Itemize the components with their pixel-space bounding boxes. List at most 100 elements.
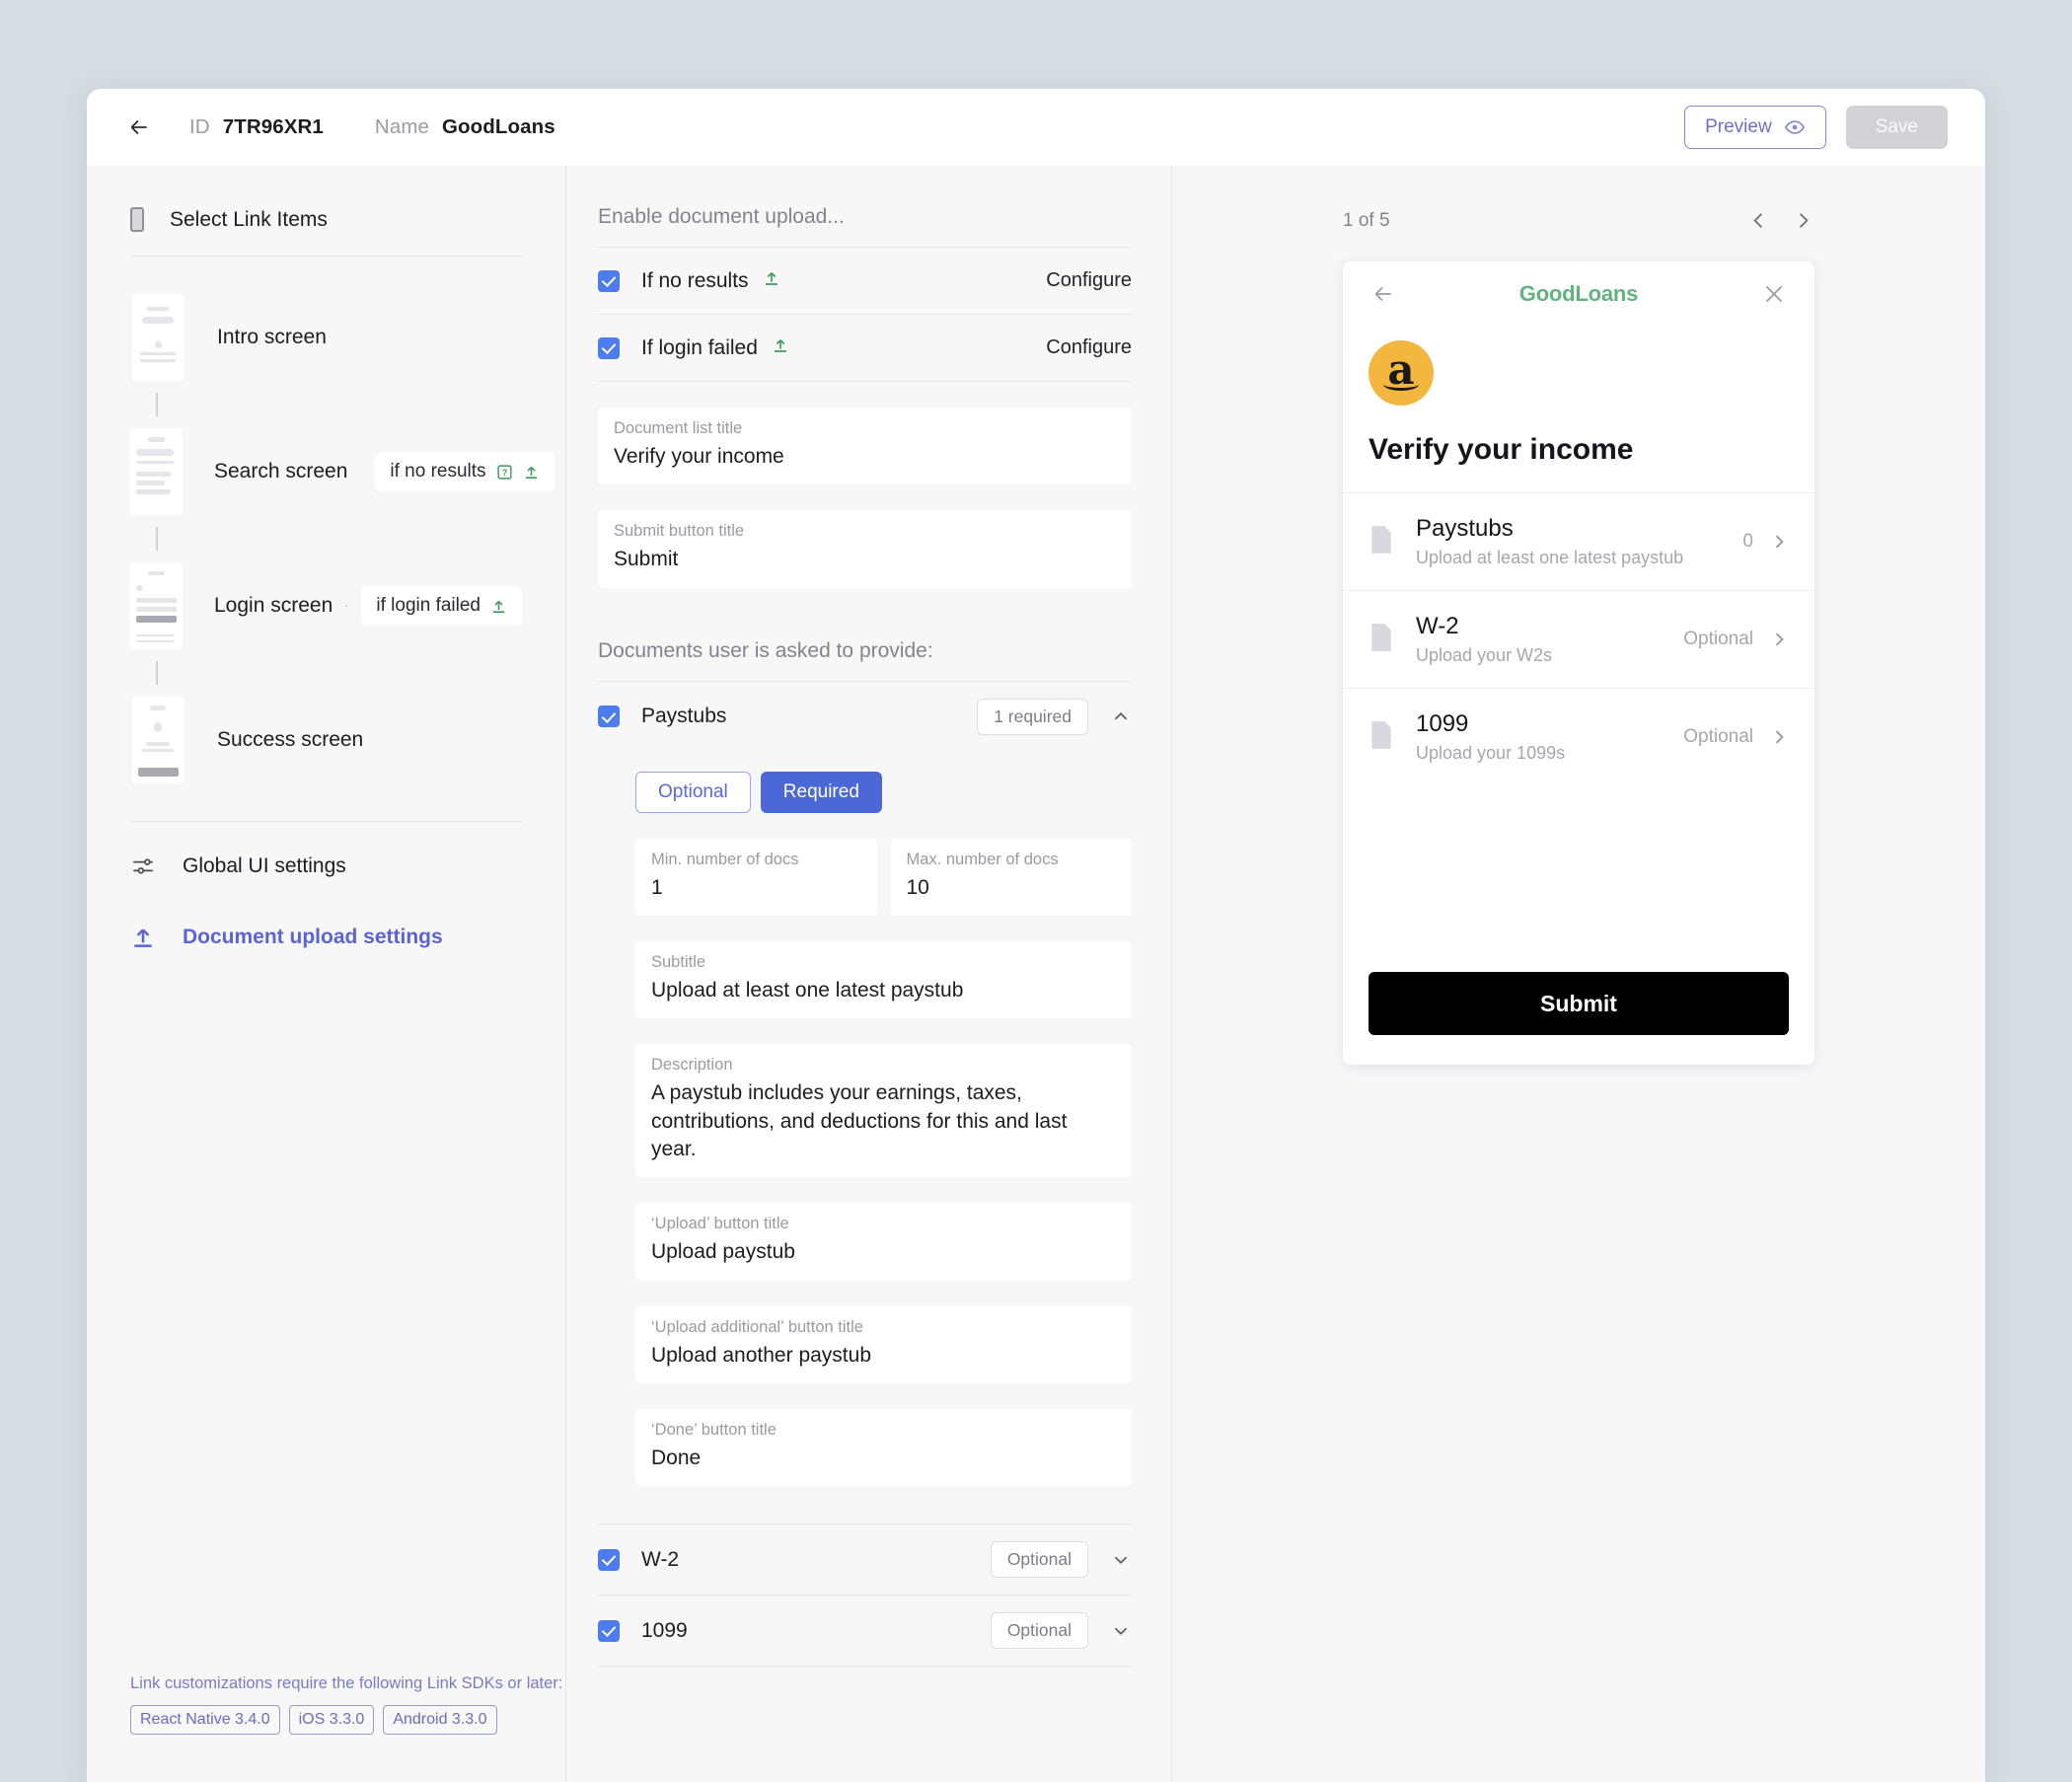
preview-button[interactable]: Preview (1684, 106, 1826, 149)
trigger-label: If login failed (641, 335, 758, 359)
chevron-down-icon[interactable] (1110, 1549, 1132, 1571)
field-label: ‘Upload’ button title (651, 1215, 789, 1233)
thumbnail-column (130, 562, 183, 649)
description-field[interactable]: Description A paystub includes your earn… (635, 1044, 1132, 1178)
file-icon (1369, 525, 1394, 559)
phone-close-button[interactable] (1761, 281, 1787, 307)
section-rule (598, 1666, 1132, 1668)
sidebar-item-login-screen[interactable]: Login screen if login failed (130, 551, 522, 661)
screen-thumbnail-intro (131, 294, 185, 381)
sidebar-item-search-screen[interactable]: Search screen if no results ? (130, 416, 555, 527)
min-docs-field[interactable]: Min. number of docs 1 (635, 838, 877, 917)
chevron-up-icon[interactable] (1110, 705, 1132, 727)
sdk-badge: React Native 3.4.0 (130, 1705, 280, 1735)
preview-doc-subtitle: Upload at least one latest paystub (1416, 548, 1684, 567)
preview-doc-meta-group: Optional (1683, 726, 1789, 748)
status-badge-paystubs[interactable]: 1 required (977, 698, 1088, 735)
thumbnail-column (130, 294, 185, 381)
chevron-down-icon[interactable] (1110, 1620, 1132, 1642)
sidebar-item-success-screen[interactable]: Success screen (130, 685, 522, 795)
screen-list: Intro screen Search screen if no results… (130, 257, 555, 795)
configure-link-login-failed[interactable]: Configure (1046, 336, 1132, 359)
phone-header: GoodLoans (1343, 261, 1814, 327)
preview-toolbar: 1 of 5 (1343, 209, 1814, 232)
sidebar-header: Select Link Items (130, 207, 522, 257)
segment-optional[interactable]: Optional (635, 771, 751, 813)
chip-if-no-results[interactable]: if no results ? (375, 452, 555, 491)
preview-doc-subtitle: Upload your 1099s (1416, 743, 1566, 763)
preview-doc-text: Paystubs Upload at least one latest pays… (1416, 515, 1683, 568)
field-value: Verify your income (614, 445, 784, 468)
save-button[interactable]: Save (1845, 106, 1948, 149)
subtitle-field[interactable]: Subtitle Upload at least one latest pays… (635, 941, 1132, 1019)
phone-spacer (1343, 785, 1814, 972)
preview-doc-title: Paystubs (1416, 515, 1514, 542)
preview-doc-meta: Optional (1683, 726, 1753, 747)
checkbox-paystubs[interactable] (598, 705, 620, 728)
upload-icon (525, 466, 537, 479)
submit-button-title-field[interactable]: Submit button title Submit (598, 510, 1132, 588)
prev-screen-button[interactable] (1747, 209, 1770, 232)
checkbox-if-no-results[interactable] (598, 269, 620, 292)
sdk-badge: iOS 3.3.0 (288, 1705, 375, 1735)
preview-doc-item-1099[interactable]: 1099 Upload your 1099s Optional (1343, 688, 1814, 785)
status-badge-1099[interactable]: Optional (990, 1612, 1088, 1650)
preview-doc-subtitle: Upload your W2s (1416, 645, 1553, 665)
sidebar-item-label: Global UI settings (183, 854, 346, 877)
document-row-paystubs: Paystubs 1 required (598, 680, 1132, 752)
back-button[interactable] (120, 109, 158, 146)
screen-thumbnail-success (131, 697, 185, 783)
phone-submit-button[interactable]: Submit (1369, 972, 1789, 1035)
upload-additional-button-title-field[interactable]: ‘Upload additional’ button title Upload … (635, 1305, 1132, 1384)
document-name: W-2 (641, 1547, 680, 1571)
next-screen-button[interactable] (1792, 209, 1814, 232)
sidebar-item-document-upload-settings[interactable]: Document upload settings (130, 911, 522, 964)
field-value: 10 (906, 875, 929, 899)
header-id-label: ID (189, 115, 210, 138)
file-icon (1369, 720, 1394, 755)
sliders-icon (133, 858, 153, 874)
field-label: Subtitle (651, 953, 706, 972)
checkbox-w2[interactable] (598, 1548, 620, 1571)
checkbox-1099[interactable] (598, 1619, 620, 1642)
sidebar-item-global-ui-settings[interactable]: Global UI settings (130, 840, 522, 893)
preview-doc-meta: Optional (1683, 629, 1753, 649)
chip-label: if no results (390, 461, 486, 482)
phone-icon (130, 207, 144, 232)
status-badge-w2[interactable]: Optional (990, 1541, 1088, 1579)
settings-panel: Enable document upload... If no results … (566, 166, 1172, 1782)
segment-required[interactable]: Required (760, 771, 882, 813)
preview-doc-meta-group: 0 (1742, 531, 1789, 553)
sidebar-item-intro-screen[interactable]: Intro screen (130, 282, 522, 393)
sdk-badge: Android 3.3.0 (383, 1705, 497, 1735)
preview-doc-text: 1099 Upload your 1099s (1416, 710, 1565, 764)
upload-button-title-field[interactable]: ‘Upload’ button title Upload paystub (635, 1203, 1132, 1281)
connector-line (156, 393, 522, 416)
eye-icon (1784, 120, 1805, 134)
preview-doc-meta: 0 (1742, 531, 1753, 552)
upload-icon (134, 928, 152, 947)
max-docs-field[interactable]: Max. number of docs 10 (890, 838, 1132, 917)
configure-link-no-results[interactable]: Configure (1046, 269, 1132, 292)
field-value: Upload at least one latest paystub (651, 979, 964, 1002)
preview-doc-title: W-2 (1416, 613, 1459, 639)
docs-count-row: Min. number of docs 1 Max. number of doc… (635, 838, 1132, 917)
done-button-title-field[interactable]: ‘Done’ button title Done (635, 1409, 1132, 1487)
chip-if-login-failed[interactable]: if login failed (361, 586, 522, 626)
preview-doc-item-w2[interactable]: W-2 Upload your W2s Optional (1343, 590, 1814, 688)
preview-doc-item-paystubs[interactable]: Paystubs Upload at least one latest pays… (1343, 492, 1814, 590)
phone-back-button[interactable] (1370, 281, 1396, 307)
preview-button-label: Preview (1705, 116, 1772, 137)
field-label: Max. number of docs (906, 850, 1059, 868)
header-id-value: 7TR96XR1 (222, 115, 324, 138)
sidebar-divider (130, 821, 522, 822)
arrow-left-icon (1374, 286, 1391, 302)
checkbox-if-login-failed[interactable] (598, 336, 620, 359)
sidebar-item-label: Document upload settings (183, 926, 443, 948)
document-row-1099: 1099 Optional (598, 1595, 1132, 1666)
sidebar-item-label: Success screen (217, 728, 364, 751)
header-name-field: Name GoodLoans (375, 115, 555, 139)
requirement-segmented-control: Optional Required (635, 771, 1132, 813)
trigger-row-login-failed: If login failed Configure (598, 315, 1132, 382)
document-list-title-field[interactable]: Document list title Verify your income (598, 408, 1132, 485)
